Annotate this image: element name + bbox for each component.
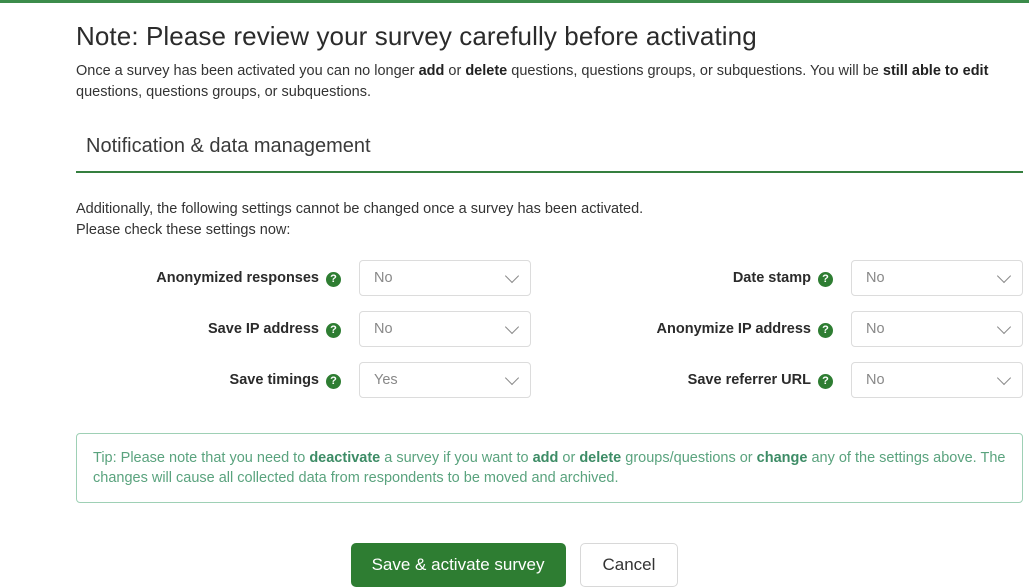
select-value-anonymize-ip-address: No xyxy=(866,321,885,337)
select-value-date-stamp: No xyxy=(866,270,885,286)
tip-bold-deactivate: deactivate xyxy=(309,450,381,466)
tip-bold-add: add xyxy=(532,450,559,466)
select-value-save-timings: Yes xyxy=(374,372,398,388)
settings-grid: Anonymized responses ? No Save IP addres… xyxy=(76,259,1023,413)
action-bar: Save & activate survey Cancel xyxy=(0,543,1029,587)
tip-text-4: groups/questions or xyxy=(621,450,757,466)
select-save-timings[interactable]: Yes xyxy=(359,362,531,398)
chevron-down-icon xyxy=(504,319,520,335)
note-body-bold-delete: delete xyxy=(465,63,508,79)
select-save-ip-address[interactable]: No xyxy=(359,311,531,347)
help-icon-save-referrer-url[interactable]: ? xyxy=(818,373,833,389)
tip-bold-change: change xyxy=(756,450,808,466)
section-title: Notification & data management xyxy=(86,135,371,157)
chevron-down-icon xyxy=(504,268,520,284)
select-save-referrer-url[interactable]: No xyxy=(851,362,1023,398)
select-anonymize-ip-address[interactable]: No xyxy=(851,311,1023,347)
activation-page: Note: Please review your survey carefull… xyxy=(0,3,1029,587)
note-body-text-1: Once a survey has been activated you can… xyxy=(76,63,419,79)
field-row-save-timings: Save timings ? Yes xyxy=(76,361,531,399)
field-row-anonymized-responses: Anonymized responses ? No xyxy=(76,259,531,297)
select-date-stamp[interactable]: No xyxy=(851,260,1023,296)
page-content: Note: Please review your survey carefull… xyxy=(0,3,1029,587)
chevron-down-icon xyxy=(996,370,1012,386)
chevron-down-icon xyxy=(996,268,1012,284)
select-anonymized-responses[interactable]: No xyxy=(359,260,531,296)
note-body-text-3: questions, questions groups, or subquest… xyxy=(507,63,883,79)
label-save-timings: Save timings xyxy=(229,372,319,388)
note-body-text-4: questions, questions groups, or subquest… xyxy=(76,84,372,100)
tip-text-3: or xyxy=(558,450,580,466)
chevron-down-icon xyxy=(504,370,520,386)
section-intro: Additionally, the following settings can… xyxy=(76,173,1019,241)
tip-text-2: a survey if you want to xyxy=(380,450,533,466)
cancel-button[interactable]: Cancel xyxy=(579,543,679,587)
field-row-save-ip-address: Save IP address ? No xyxy=(76,310,531,348)
save-and-activate-button[interactable]: Save & activate survey xyxy=(350,543,566,587)
note-body-bold-edit: still able to edit xyxy=(882,63,989,79)
section-intro-line-2: Please check these settings now: xyxy=(76,222,291,238)
help-icon-date-stamp[interactable]: ? xyxy=(818,271,833,287)
select-value-anonymized-responses: No xyxy=(374,270,393,286)
select-value-save-referrer-url: No xyxy=(866,372,885,388)
tip-text: Tip: Please note that you need to deacti… xyxy=(93,448,1008,488)
label-save-ip-address: Save IP address xyxy=(208,321,319,337)
help-icon-save-ip-address[interactable]: ? xyxy=(326,322,341,338)
label-anonymize-ip-address: Anonymize IP address xyxy=(656,321,811,337)
label-save-referrer-url: Save referrer URL xyxy=(687,372,811,388)
note-body-bold-add: add xyxy=(418,63,445,79)
field-row-save-referrer-url: Save referrer URL ? No xyxy=(564,361,1023,399)
tip-text-1: Tip: Please note that you need to xyxy=(93,450,310,466)
help-icon-save-timings[interactable]: ? xyxy=(326,373,341,389)
chevron-down-icon xyxy=(996,319,1012,335)
note-body-text-2: or xyxy=(444,63,466,79)
help-icon-anonymize-ip-address[interactable]: ? xyxy=(818,322,833,338)
section-intro-line-1: Additionally, the following settings can… xyxy=(76,201,644,217)
help-icon-anonymized-responses[interactable]: ? xyxy=(326,271,341,287)
field-row-date-stamp: Date stamp ? No xyxy=(564,259,1023,297)
field-row-anonymize-ip-address: Anonymize IP address ? No xyxy=(564,310,1023,348)
select-value-save-ip-address: No xyxy=(374,321,393,337)
tip-bold-delete: delete xyxy=(579,450,622,466)
label-anonymized-responses: Anonymized responses xyxy=(156,270,319,286)
tip-box: Tip: Please note that you need to deacti… xyxy=(76,433,1023,503)
note-body: Once a survey has been activated you can… xyxy=(76,52,1023,103)
page-title: Note: Please review your survey carefull… xyxy=(76,21,757,51)
label-date-stamp: Date stamp xyxy=(732,270,811,286)
